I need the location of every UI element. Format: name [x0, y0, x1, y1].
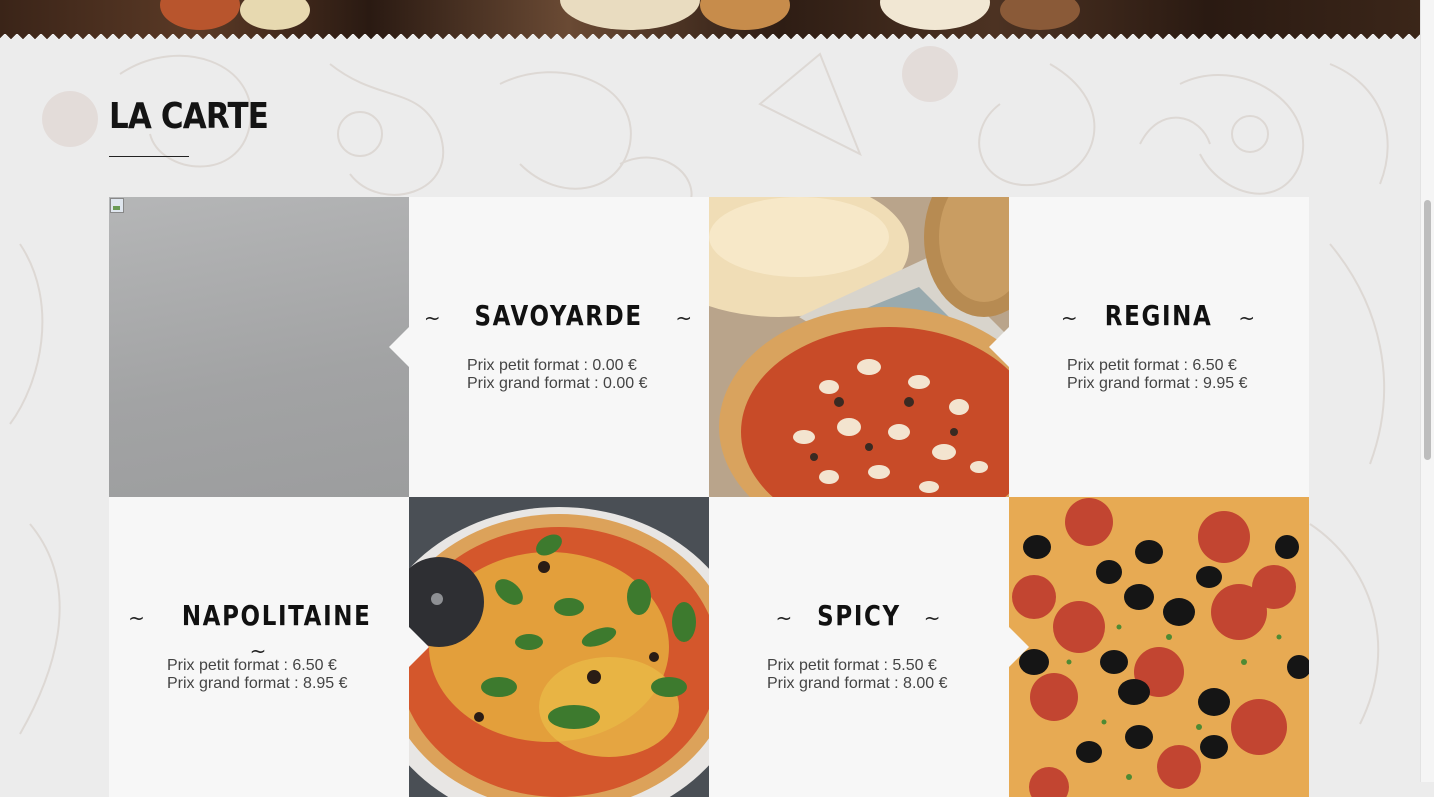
tilde-ornament: ~ — [923, 606, 943, 630]
pizza-name-text: SPICY — [817, 599, 901, 632]
regina-image[interactable] — [709, 197, 1009, 497]
price-small: Prix petit format : 6.50 € — [167, 657, 337, 674]
pizza-name: ~ SPICY ~ — [709, 599, 1009, 632]
basil-pizza-photo — [409, 497, 709, 797]
savoyarde-image[interactable] — [109, 197, 409, 497]
menu-grid: ~ SAVOYARDE ~ Prix petit format : 0.00 €… — [109, 197, 1309, 797]
card-pointer — [409, 627, 429, 667]
tilde-ornament: ~ — [1060, 306, 1080, 330]
card-pointer — [1009, 627, 1029, 667]
page-scrollbar[interactable] — [1420, 0, 1434, 782]
tilde-ornament: ~ — [128, 606, 147, 630]
broken-image-icon — [110, 198, 124, 213]
pizza-prices: Prix petit format : 6.50 € Prix grand fo… — [1067, 357, 1248, 393]
pizza-prices: Prix petit format : 5.50 € Prix grand fo… — [767, 657, 948, 693]
pizza-name-text: SAVOYARDE — [474, 299, 644, 332]
price-small: Prix petit format : 6.50 € — [1067, 357, 1237, 374]
tilde-ornament: ~ — [423, 306, 443, 330]
pizza-card-napolitaine[interactable]: ~ NAPOLITAINE ~ Prix petit format : 6.50… — [109, 497, 429, 797]
mushroom-pizza-photo — [709, 197, 1009, 497]
spicy-image[interactable] — [1009, 497, 1309, 797]
card-pointer — [389, 327, 409, 367]
tilde-ornament: ~ — [775, 606, 795, 630]
scrollbar-thumb[interactable] — [1424, 200, 1431, 460]
pizza-name: ~ REGINA ~ — [1009, 299, 1309, 332]
price-large: Prix grand format : 8.95 € — [167, 675, 348, 692]
price-large: Prix grand format : 8.00 € — [767, 675, 948, 692]
zigzag-divider — [0, 34, 1421, 44]
page-title: LA CARTE — [109, 96, 269, 137]
pizza-name-text: REGINA — [1105, 299, 1213, 332]
pizza-card-regina[interactable]: ~ REGINA ~ Prix petit format : 6.50 € Pr… — [989, 197, 1309, 497]
price-small: Prix petit format : 5.50 € — [767, 657, 937, 674]
napolitaine-image[interactable] — [409, 497, 709, 797]
tilde-ornament: ~ — [1238, 306, 1258, 330]
card-pointer — [989, 327, 1009, 367]
pizza-prices: Prix petit format : 0.00 € Prix grand fo… — [467, 357, 648, 393]
price-large: Prix grand format : 0.00 € — [467, 375, 648, 392]
pizza-name: ~ NAPOLITAINE ~ — [109, 599, 409, 665]
tilde-ornament: ~ — [675, 306, 695, 330]
pizza-prices: Prix petit format : 6.50 € Prix grand fo… — [167, 657, 348, 693]
title-underline — [109, 156, 189, 157]
price-large: Prix grand format : 9.95 € — [1067, 375, 1248, 392]
pizza-name-text: NAPOLITAINE — [181, 599, 372, 632]
pizza-name: ~ SAVOYARDE ~ — [409, 299, 709, 332]
pepperoni-olive-pizza-photo — [1009, 497, 1309, 797]
pizza-card-savoyarde[interactable]: ~ SAVOYARDE ~ Prix petit format : 0.00 €… — [389, 197, 709, 497]
pizza-card-spicy[interactable]: ~ SPICY ~ Prix petit format : 5.50 € Pri… — [709, 497, 1029, 797]
price-small: Prix petit format : 0.00 € — [467, 357, 637, 374]
